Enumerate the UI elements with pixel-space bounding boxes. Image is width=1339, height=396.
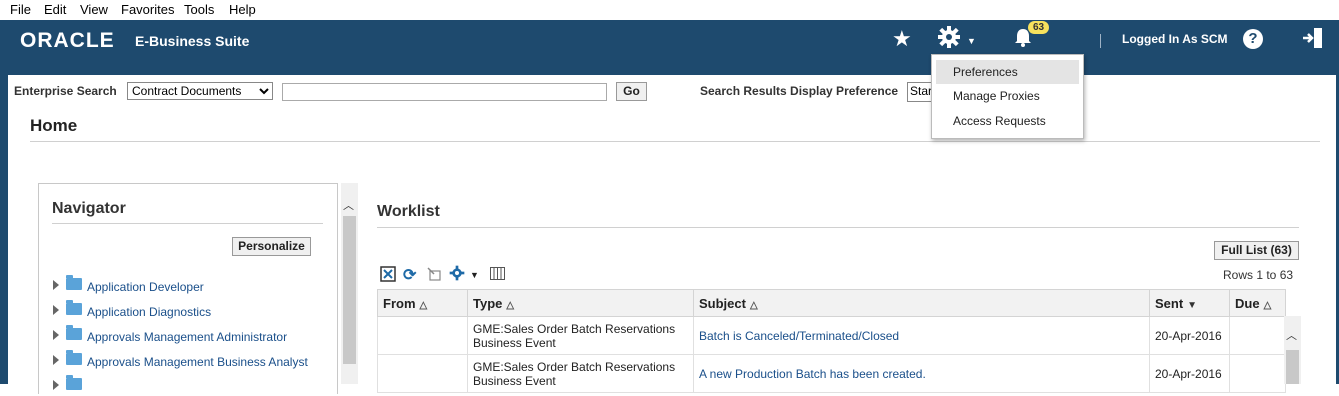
navigator-title: Navigator bbox=[52, 200, 126, 217]
column-header-from[interactable]: From △ bbox=[377, 289, 468, 317]
expand-triangle-icon[interactable] bbox=[53, 330, 59, 340]
worklist-scroll-thumb[interactable] bbox=[1286, 350, 1299, 384]
settings-chevron-down-icon[interactable]: ▼ bbox=[967, 36, 976, 46]
menu-bar: File Edit View Favorites Tools Help bbox=[0, 0, 1339, 21]
sort-ascending-icon[interactable]: △ bbox=[1264, 300, 1272, 311]
navigator-panel: Navigator Personalize Application Develo… bbox=[38, 183, 338, 394]
app-header: ORACLE E-Business Suite ★ ▼ 63 Logged In… bbox=[0, 20, 1339, 75]
title-divider bbox=[30, 141, 1320, 142]
nav-item-label[interactable]: Approvals Management Business Analyst bbox=[87, 355, 308, 369]
navigator-scroll-thumb[interactable] bbox=[343, 216, 356, 364]
sort-descending-icon[interactable]: ▼ bbox=[1187, 300, 1197, 311]
page-title: Home bbox=[30, 116, 78, 135]
nav-item-label[interactable]: Application Diagnostics bbox=[87, 305, 211, 319]
worklist-title: Worklist bbox=[377, 203, 440, 220]
folder-icon bbox=[66, 300, 82, 315]
column-header-due[interactable]: Due △ bbox=[1229, 289, 1286, 317]
suite-name: E-Business Suite bbox=[135, 33, 250, 49]
display-preference-label: Search Results Display Preference bbox=[700, 84, 899, 98]
worklist-divider bbox=[377, 227, 1299, 228]
expand-triangle-icon[interactable] bbox=[53, 380, 59, 390]
detach-icon[interactable] bbox=[380, 266, 396, 285]
table-row[interactable]: GME:Sales Order Batch Reservations Busin… bbox=[377, 354, 1286, 393]
column-label[interactable]: From bbox=[383, 296, 416, 311]
nav-item-application-developer[interactable]: Application Developer bbox=[51, 275, 331, 296]
menu-item-preferences[interactable]: Preferences bbox=[936, 60, 1079, 84]
nav-item-approvals-management-administrator[interactable]: Approvals Management Administrator bbox=[51, 325, 331, 346]
menu-file[interactable]: File bbox=[10, 2, 31, 17]
logout-icon[interactable] bbox=[1302, 27, 1324, 52]
nav-item-label[interactable]: Application Developer bbox=[87, 280, 204, 294]
full-list-button[interactable]: Full List (63) bbox=[1214, 241, 1299, 260]
menu-view[interactable]: View bbox=[80, 2, 108, 17]
menu-item-access-requests[interactable]: Access Requests bbox=[936, 109, 1079, 133]
cell-type: GME:Sales Order Batch Reservations Busin… bbox=[467, 316, 694, 355]
favorites-star-icon[interactable]: ★ bbox=[892, 26, 912, 52]
column-header-subject[interactable]: Subject △ bbox=[693, 289, 1150, 317]
expand-triangle-icon[interactable] bbox=[53, 355, 59, 365]
cell-due bbox=[1229, 316, 1286, 355]
header-divider bbox=[1100, 34, 1101, 48]
column-label[interactable]: Due bbox=[1235, 296, 1260, 311]
cell-from bbox=[377, 316, 468, 355]
folder-icon bbox=[66, 275, 82, 290]
navigator-divider bbox=[52, 223, 323, 224]
help-icon[interactable]: ? bbox=[1243, 29, 1263, 49]
column-label[interactable]: Sent bbox=[1155, 296, 1183, 311]
settings-dropdown-menu: Preferences Manage Proxies Access Reques… bbox=[931, 54, 1084, 139]
cell-due bbox=[1229, 354, 1286, 393]
table-settings-chevron-down-icon[interactable]: ▼ bbox=[470, 270, 479, 280]
personalize-button[interactable]: Personalize bbox=[232, 237, 311, 256]
scroll-up-arrow-icon[interactable]: ︿ bbox=[343, 197, 354, 213]
column-label[interactable]: Type bbox=[473, 296, 502, 311]
cell-from bbox=[377, 354, 468, 393]
search-input[interactable] bbox=[282, 83, 607, 101]
sort-ascending-icon[interactable]: △ bbox=[420, 300, 428, 311]
cell-subject-link[interactable]: A new Production Batch has been created. bbox=[693, 354, 1150, 393]
sort-ascending-icon[interactable]: △ bbox=[750, 300, 758, 311]
cell-sent: 20-Apr-2016 bbox=[1149, 354, 1230, 393]
menu-tools[interactable]: Tools bbox=[184, 2, 214, 17]
menu-favorites[interactable]: Favorites bbox=[121, 2, 174, 17]
folder-icon bbox=[66, 375, 82, 390]
table-header-row: From △ Type △ Subject △ Sent ▼ Due △ bbox=[377, 289, 1286, 317]
menu-help[interactable]: Help bbox=[229, 2, 256, 17]
column-header-type[interactable]: Type △ bbox=[467, 289, 694, 317]
notifications-count-badge: 63 bbox=[1028, 21, 1050, 34]
refresh-icon[interactable]: ⟳ bbox=[403, 265, 416, 285]
expand-triangle-icon[interactable] bbox=[53, 280, 59, 290]
logged-in-user: Logged In As SCM bbox=[1122, 32, 1228, 46]
settings-gear-icon[interactable] bbox=[937, 25, 961, 52]
export-icon[interactable] bbox=[426, 266, 442, 285]
folder-icon bbox=[66, 350, 82, 365]
sort-ascending-icon[interactable]: △ bbox=[506, 300, 514, 311]
cell-type: GME:Sales Order Batch Reservations Busin… bbox=[467, 354, 694, 393]
nav-item-label[interactable]: Approvals Management Administrator bbox=[87, 330, 287, 344]
nav-item-application-diagnostics[interactable]: Application Diagnostics bbox=[51, 300, 331, 321]
worklist-scroll-up-icon[interactable]: ︿ bbox=[1286, 327, 1297, 343]
rows-range: Rows 1 to 63 bbox=[1223, 268, 1294, 282]
folder-icon bbox=[66, 325, 82, 340]
menu-item-manage-proxies[interactable]: Manage Proxies bbox=[936, 84, 1079, 108]
nav-item-partial[interactable] bbox=[51, 375, 331, 396]
table-settings-gear-icon[interactable] bbox=[449, 265, 465, 284]
cell-sent: 20-Apr-2016 bbox=[1149, 316, 1230, 355]
oracle-logo: ORACLE bbox=[20, 29, 115, 52]
columns-icon[interactable] bbox=[490, 267, 505, 283]
column-header-sent[interactable]: Sent ▼ bbox=[1149, 289, 1230, 317]
table-row[interactable]: GME:Sales Order Batch Reservations Busin… bbox=[377, 316, 1286, 355]
column-label[interactable]: Subject bbox=[699, 296, 746, 311]
nav-item-approvals-management-business-analyst[interactable]: Approvals Management Business Analyst bbox=[51, 350, 331, 371]
go-button[interactable]: Go bbox=[616, 82, 647, 101]
expand-triangle-icon[interactable] bbox=[53, 305, 59, 315]
worklist-table: From △ Type △ Subject △ Sent ▼ Due △ GME:Sale… bbox=[377, 289, 1286, 393]
enterprise-search-label: Enterprise Search bbox=[14, 84, 117, 98]
cell-subject-link[interactable]: Batch is Canceled/Terminated/Closed bbox=[693, 316, 1150, 355]
left-border bbox=[0, 75, 8, 384]
menu-edit[interactable]: Edit bbox=[44, 2, 66, 17]
search-category-select[interactable]: Contract Documents bbox=[127, 82, 273, 100]
